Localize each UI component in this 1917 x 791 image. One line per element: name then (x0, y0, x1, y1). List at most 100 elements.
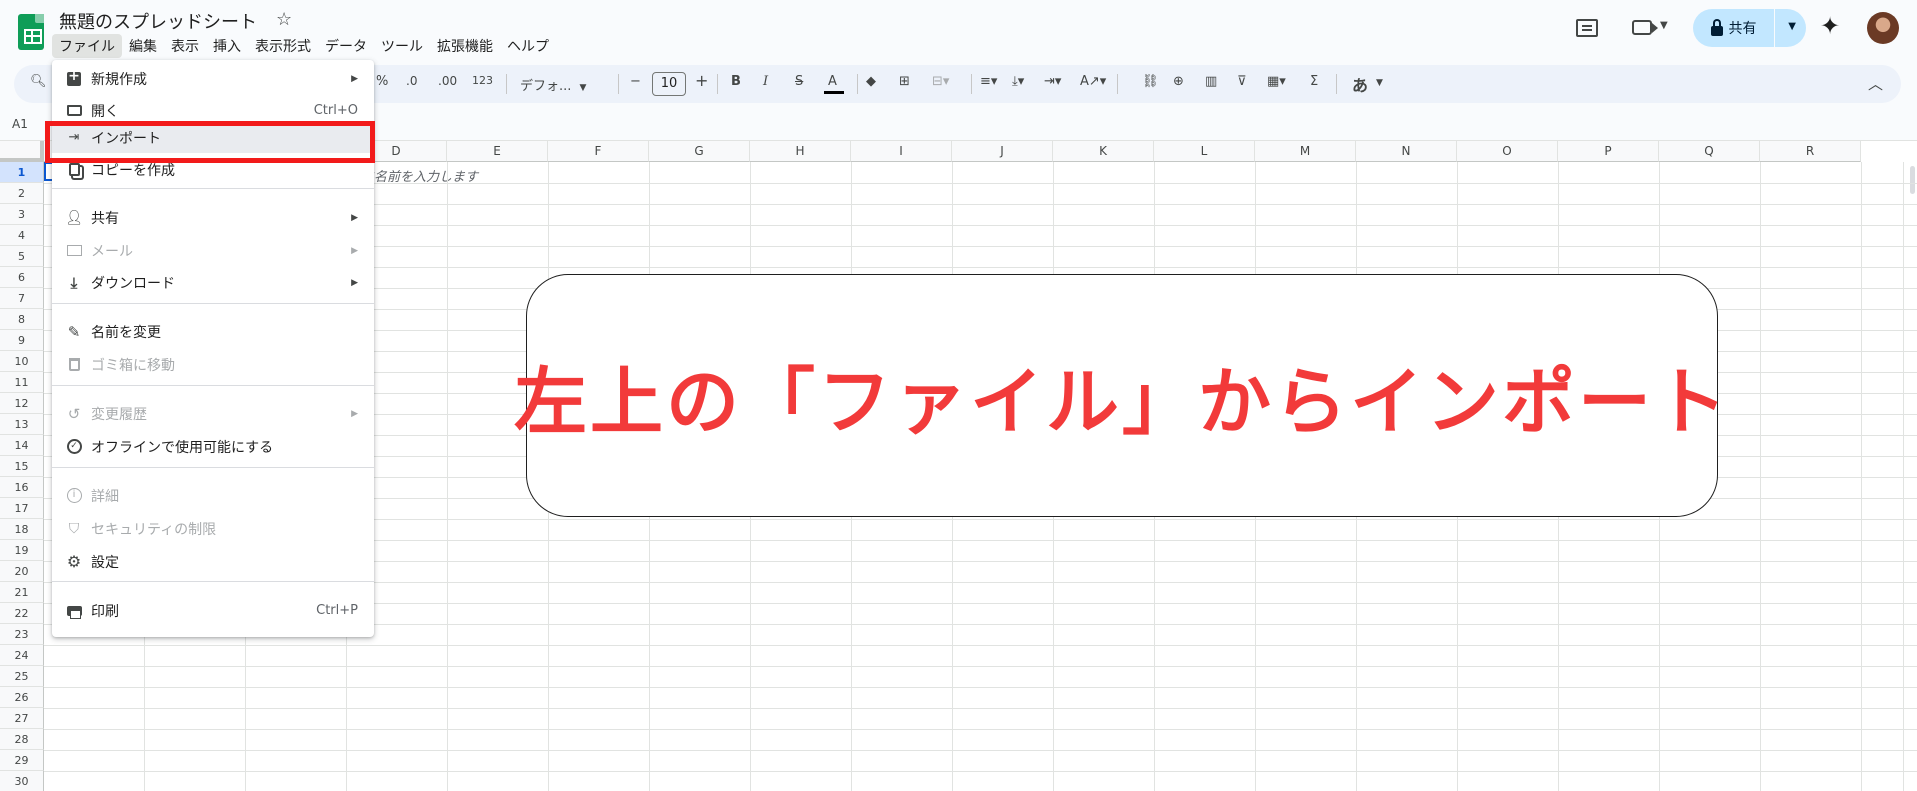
text-color-button[interactable]: A (828, 74, 837, 89)
share-button[interactable]: 共有 ▼ (1693, 9, 1806, 47)
row-header[interactable]: 9 (0, 330, 44, 351)
row-header[interactable]: 28 (0, 729, 44, 750)
font-size-input[interactable]: 10 (652, 72, 686, 96)
meet-icon[interactable] (1632, 20, 1658, 35)
share-dropdown-icon[interactable]: ▼ (1788, 21, 1796, 32)
collapse-toolbar-icon[interactable]: ︿ (1868, 73, 1883, 94)
functions-button[interactable]: Σ (1310, 74, 1318, 89)
filter-views-icon[interactable]: ▦▾ (1267, 74, 1286, 89)
menu-format[interactable]: 表示形式 (248, 34, 318, 58)
row-header[interactable]: 30 (0, 771, 44, 791)
column-header[interactable]: K (1053, 141, 1154, 162)
row-header[interactable]: 27 (0, 708, 44, 729)
row-header[interactable]: 20 (0, 561, 44, 582)
meet-dropdown-icon[interactable]: ▼ (1660, 20, 1668, 31)
name-box[interactable]: A1 (12, 117, 28, 131)
share-main[interactable]: 共有 (1693, 9, 1775, 47)
row-header[interactable]: 4 (0, 225, 44, 246)
comment-history-icon[interactable] (1576, 19, 1598, 37)
row-header[interactable]: 23 (0, 624, 44, 645)
menu-data[interactable]: データ (318, 34, 374, 58)
vertical-align-icon[interactable]: ⤓▾ (1012, 74, 1024, 89)
row-header[interactable]: 15 (0, 456, 44, 477)
row-header[interactable]: 22 (0, 603, 44, 624)
menu-item-new-sheet[interactable]: 新規作成 ▶ (52, 63, 374, 94)
comment-icon[interactable]: ⊕ (1173, 74, 1184, 89)
row-header[interactable]: 29 (0, 750, 44, 771)
column-header[interactable]: M (1255, 141, 1356, 162)
row-header[interactable]: 6 (0, 267, 44, 288)
document-title[interactable]: 無題のスプレッドシート (59, 8, 257, 34)
column-header[interactable]: L (1154, 141, 1255, 162)
row-header[interactable]: 26 (0, 687, 44, 708)
row-header[interactable]: 24 (0, 645, 44, 666)
input-tools-dropdown-icon[interactable]: ▼ (1376, 78, 1383, 88)
strikethrough-button[interactable]: S (795, 74, 803, 89)
row-header[interactable]: 3 (0, 204, 44, 225)
menu-extensions[interactable]: 拡張機能 (430, 34, 500, 58)
chart-icon[interactable]: ▥ (1205, 74, 1217, 89)
horizontal-align-icon[interactable]: ≡▾ (980, 74, 997, 89)
font-size-decrease-button[interactable]: − (630, 74, 641, 89)
menu-item-pencil[interactable]: ✎ 名前を変更 (52, 316, 374, 347)
bold-button[interactable]: B (731, 74, 741, 89)
menu-edit[interactable]: 編集 (122, 34, 164, 58)
star-icon[interactable]: ☆ (276, 9, 292, 30)
column-header[interactable]: E (447, 141, 548, 162)
column-header[interactable]: P (1558, 141, 1659, 162)
menu-item-gear[interactable]: ⚙ 設定 (52, 546, 374, 577)
menu-file[interactable]: ファイル (52, 34, 122, 58)
column-header[interactable]: G (649, 141, 750, 162)
menu-item-share-person[interactable]: 👤︎ 共有 ▶ (52, 202, 374, 233)
row-header[interactable]: 10 (0, 351, 44, 372)
borders-icon[interactable]: ⊞ (899, 74, 910, 89)
increase-decimal-button[interactable]: .00 (438, 74, 457, 88)
menu-tools[interactable]: ツール (374, 34, 430, 58)
font-size-increase-button[interactable]: + (695, 71, 708, 90)
row-header[interactable]: 19 (0, 540, 44, 561)
row-header[interactable]: 14 (0, 435, 44, 456)
text-rotation-icon[interactable]: A↗▾ (1080, 74, 1106, 89)
select-all-corner[interactable] (0, 141, 44, 162)
avatar[interactable] (1867, 12, 1899, 44)
row-header[interactable]: 5 (0, 246, 44, 267)
column-header[interactable]: F (548, 141, 649, 162)
row-header[interactable]: 25 (0, 666, 44, 687)
column-header[interactable]: H (750, 141, 851, 162)
row-header[interactable]: 17 (0, 498, 44, 519)
row-header[interactable]: 21 (0, 582, 44, 603)
fill-color-icon[interactable]: ◆ (866, 74, 876, 89)
menu-view[interactable]: 表示 (164, 34, 206, 58)
row-header[interactable]: 13 (0, 414, 44, 435)
menu-help[interactable]: ヘルプ (500, 34, 556, 58)
menu-insert[interactable]: 挿入 (206, 34, 248, 58)
column-header[interactable]: Q (1659, 141, 1760, 162)
gemini-sparkle-icon[interactable]: ✦ (1820, 12, 1840, 40)
menu-item-download[interactable]: ⤓ ダウンロード ▶ (52, 267, 374, 298)
percent-format-button[interactable]: % (376, 74, 388, 89)
column-header[interactable]: J (952, 141, 1053, 162)
row-header[interactable]: 12 (0, 393, 44, 414)
column-header[interactable]: O (1457, 141, 1558, 162)
row-header[interactable]: 18 (0, 519, 44, 540)
row-header[interactable]: 11 (0, 372, 44, 393)
input-tools-button[interactable]: あ (1352, 72, 1368, 96)
search-menus-icon[interactable]: 🔍︎ (30, 74, 47, 89)
row-header[interactable]: 8 (0, 309, 44, 330)
link-icon[interactable]: ⛓ (1142, 74, 1159, 89)
scrollbar-thumb[interactable] (1910, 166, 1915, 194)
font-family-select[interactable]: デフォ... ▼ (514, 72, 612, 96)
row-header[interactable]: 1 (0, 162, 44, 183)
column-header[interactable]: I (851, 141, 952, 162)
italic-button[interactable]: I (763, 74, 768, 89)
text-wrap-icon[interactable]: ⇥▾ (1044, 74, 1061, 89)
merge-cells-icon[interactable]: ⊟▾ (932, 74, 949, 89)
menu-item-offline[interactable]: ✓ オフラインで使用可能にする (52, 431, 374, 462)
sheets-logo-icon[interactable] (18, 14, 44, 50)
column-header[interactable]: N (1356, 141, 1457, 162)
row-header[interactable]: 16 (0, 477, 44, 498)
filter-icon[interactable]: ⊽ (1237, 74, 1247, 89)
row-header[interactable]: 7 (0, 288, 44, 309)
row-header[interactable]: 2 (0, 183, 44, 204)
number-format-button[interactable]: 123 (472, 74, 493, 87)
